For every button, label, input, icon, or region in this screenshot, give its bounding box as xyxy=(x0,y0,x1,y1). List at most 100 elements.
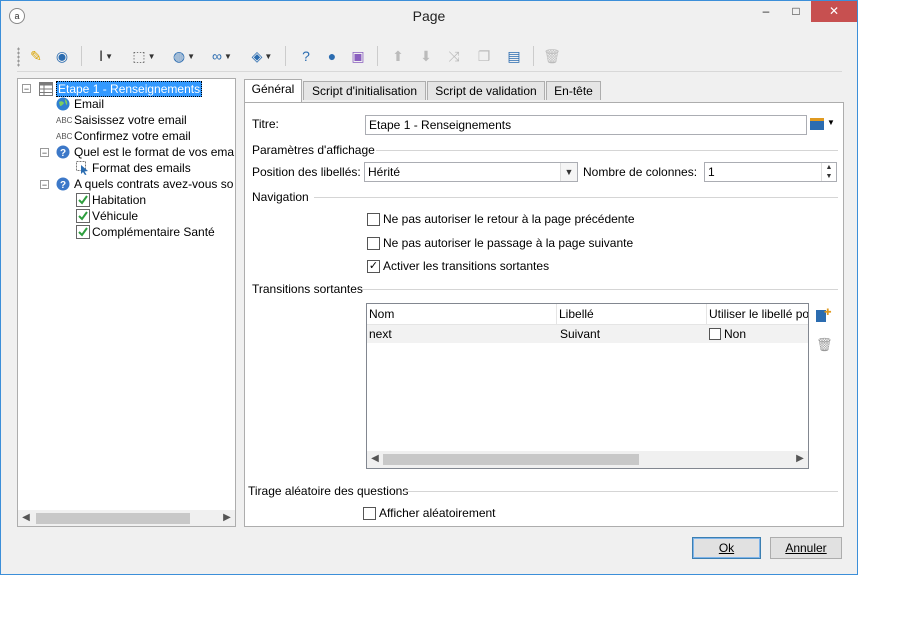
titre-input[interactable]: Etape 1 - Renseignements xyxy=(365,115,807,135)
group-divider xyxy=(404,491,838,492)
column-header-nom[interactable]: Nom xyxy=(367,304,555,324)
close-button[interactable]: ✕ xyxy=(811,1,857,22)
arrow-up-icon[interactable]: ⬆ xyxy=(389,47,407,65)
tree-node-question-format[interactable]: Quel est le format de vos ema xyxy=(74,144,234,160)
tree-node-format-emails[interactable]: Format des emails xyxy=(92,160,191,176)
column-header-libelle[interactable]: Libellé xyxy=(556,304,705,324)
group-divider xyxy=(376,150,838,151)
transitions-heading: Transitions sortantes xyxy=(252,282,365,296)
column-header-utiliser-libelle[interactable]: Utiliser le libellé po xyxy=(706,304,808,324)
group-divider xyxy=(314,197,838,198)
toolbar-grip[interactable] xyxy=(17,47,20,67)
table-header: Nom Libellé Utiliser le libellé po xyxy=(367,304,808,325)
calendar-icon[interactable] xyxy=(810,118,824,130)
arrow-down-icon[interactable]: ⬇ xyxy=(417,47,435,65)
tab-general[interactable]: Général xyxy=(244,79,302,102)
tree-node-confirmez-email[interactable]: Confirmez votre email xyxy=(74,128,191,144)
collapse-icon[interactable]: − xyxy=(40,148,49,158)
tab-en-tete[interactable]: En-tête xyxy=(546,81,601,100)
copy-icon[interactable]: ❐ xyxy=(475,47,493,65)
cursor-select-icon xyxy=(76,161,88,175)
cell-libelle[interactable]: Suivant xyxy=(560,325,600,343)
scrollbar-thumb[interactable] xyxy=(383,454,639,465)
navigation-heading: Navigation xyxy=(252,190,311,204)
position-select[interactable]: Hérité ▼ xyxy=(364,162,578,182)
no-back-label[interactable]: Ne pas autoriser le retour à la page pré… xyxy=(383,212,635,226)
table-horizontal-scrollbar[interactable]: ◀ ▶ xyxy=(367,451,808,468)
scroll-right-icon[interactable]: ▶ xyxy=(792,451,808,467)
transitions-checkbox[interactable]: ✓ xyxy=(367,260,380,273)
tree-node-habitation[interactable]: Habitation xyxy=(92,192,146,208)
paste-icon[interactable]: ▤ xyxy=(505,47,523,65)
delete-icon[interactable]: 🗑 xyxy=(543,47,561,65)
collapse-icon[interactable]: − xyxy=(22,84,31,94)
scrollbar-thumb[interactable] xyxy=(36,513,190,524)
no-next-label[interactable]: Ne pas autoriser le passage à la page su… xyxy=(383,236,633,250)
link-icon[interactable]: ∞ ▼ xyxy=(207,47,237,65)
checkbox-icon xyxy=(76,225,90,239)
table-row[interactable]: next Suivant Non xyxy=(367,325,808,343)
tree-node-page[interactable]: Etape 1 - Renseignements xyxy=(56,81,203,97)
toolbar-separator xyxy=(285,46,286,66)
delete-icon[interactable]: 🗑 xyxy=(816,337,833,353)
tree-node-email[interactable]: Email xyxy=(74,96,104,112)
minimize-button[interactable]: – xyxy=(753,1,779,22)
tree-node-question-contrats[interactable]: A quels contrats avez-vous so xyxy=(74,176,233,192)
tree-node-saisissez-email[interactable]: Saisissez votre email xyxy=(74,112,187,128)
spin-up-icon[interactable]: ▲ xyxy=(822,163,836,172)
title-bar[interactable]: a Page – □ ✕ xyxy=(1,1,857,31)
ok-button[interactable]: Ok xyxy=(692,537,761,559)
columns-value: 1 xyxy=(708,165,715,179)
scroll-left-icon[interactable]: ◀ xyxy=(18,510,34,526)
globe-icon xyxy=(56,97,70,111)
cell-nom[interactable]: next xyxy=(369,325,392,343)
group-divider xyxy=(362,289,838,290)
spinner-buttons[interactable]: ▲ ▼ xyxy=(821,163,836,181)
chevron-down-icon[interactable]: ▼ xyxy=(827,118,835,127)
tree-node-complementaire-sante[interactable]: Complémentaire Santé xyxy=(92,224,215,240)
maximize-button[interactable]: □ xyxy=(783,1,809,22)
add-transition-icon[interactable]: ✚ xyxy=(816,308,832,322)
position-select-value: Hérité xyxy=(368,165,401,179)
tree-horizontal-scrollbar[interactable]: ◀ ▶ xyxy=(18,510,235,526)
help-icon[interactable]: ? xyxy=(297,47,315,65)
user-icon[interactable]: ● xyxy=(323,47,341,65)
page-tree[interactable]: − Etape 1 - Renseignements Email ABC Sai… xyxy=(17,78,236,527)
tab-script-validation[interactable]: Script de validation xyxy=(427,81,545,100)
cancel-button[interactable]: Annuler xyxy=(770,537,842,559)
chevron-down-icon[interactable]: ▼ xyxy=(560,163,577,181)
transitions-group: Transitions sortantes xyxy=(252,282,838,296)
checkbox-icon xyxy=(76,209,90,223)
random-checkbox[interactable] xyxy=(363,507,376,520)
globe-icon[interactable]: ◍ ▼ xyxy=(169,47,199,65)
spin-down-icon[interactable]: ▼ xyxy=(822,172,836,181)
cursor-select-icon[interactable]: ⬚ ▼ xyxy=(129,47,159,65)
window-title: Page xyxy=(412,8,446,24)
no-back-checkbox[interactable] xyxy=(367,213,380,226)
table-icon xyxy=(39,82,53,96)
scroll-right-icon[interactable]: ▶ xyxy=(219,510,235,526)
magic-wand-icon[interactable]: ✎ xyxy=(27,47,45,65)
use-label-checkbox[interactable] xyxy=(709,328,721,340)
text-cursor-icon[interactable]: Ⅰ ▼ xyxy=(93,47,119,65)
scroll-left-icon[interactable]: ◀ xyxy=(367,451,383,467)
database-icon[interactable]: ◉ xyxy=(53,47,71,65)
tree-node-vehicule[interactable]: Véhicule xyxy=(92,208,138,224)
shuffle-icon[interactable]: ⤨ xyxy=(445,47,463,65)
toolbar-separator xyxy=(81,46,82,66)
no-next-checkbox[interactable] xyxy=(367,237,380,250)
columns-label: Nombre de colonnes: xyxy=(583,165,698,179)
layers-icon[interactable]: ◈ ▼ xyxy=(247,47,277,65)
collapse-icon[interactable]: − xyxy=(40,180,49,190)
columns-spinner[interactable]: 1 ▲ ▼ xyxy=(704,162,837,182)
transitions-label[interactable]: Activer les transitions sortantes xyxy=(383,259,549,273)
transitions-table[interactable]: Nom Libellé Utiliser le libellé po next … xyxy=(366,303,809,469)
display-params-heading: Paramètres d'affichage xyxy=(252,143,377,157)
toolbar-separator xyxy=(533,46,534,66)
svg-text:?: ? xyxy=(60,148,66,159)
random-label[interactable]: Afficher aléatoirement xyxy=(379,506,496,520)
tab-script-initialisation[interactable]: Script d'initialisation xyxy=(303,81,426,100)
toolbar: ✎ ◉ Ⅰ ▼ ⬚ ▼ ◍ ▼ ∞ ▼ ◈ ▼ ? ● ▣ ⬆ ⬇ ⤨ ❐ ▤ 🗑 xyxy=(17,41,842,72)
shapes-icon[interactable]: ▣ xyxy=(349,47,367,65)
cancel-button-label: Annuler xyxy=(785,541,827,555)
